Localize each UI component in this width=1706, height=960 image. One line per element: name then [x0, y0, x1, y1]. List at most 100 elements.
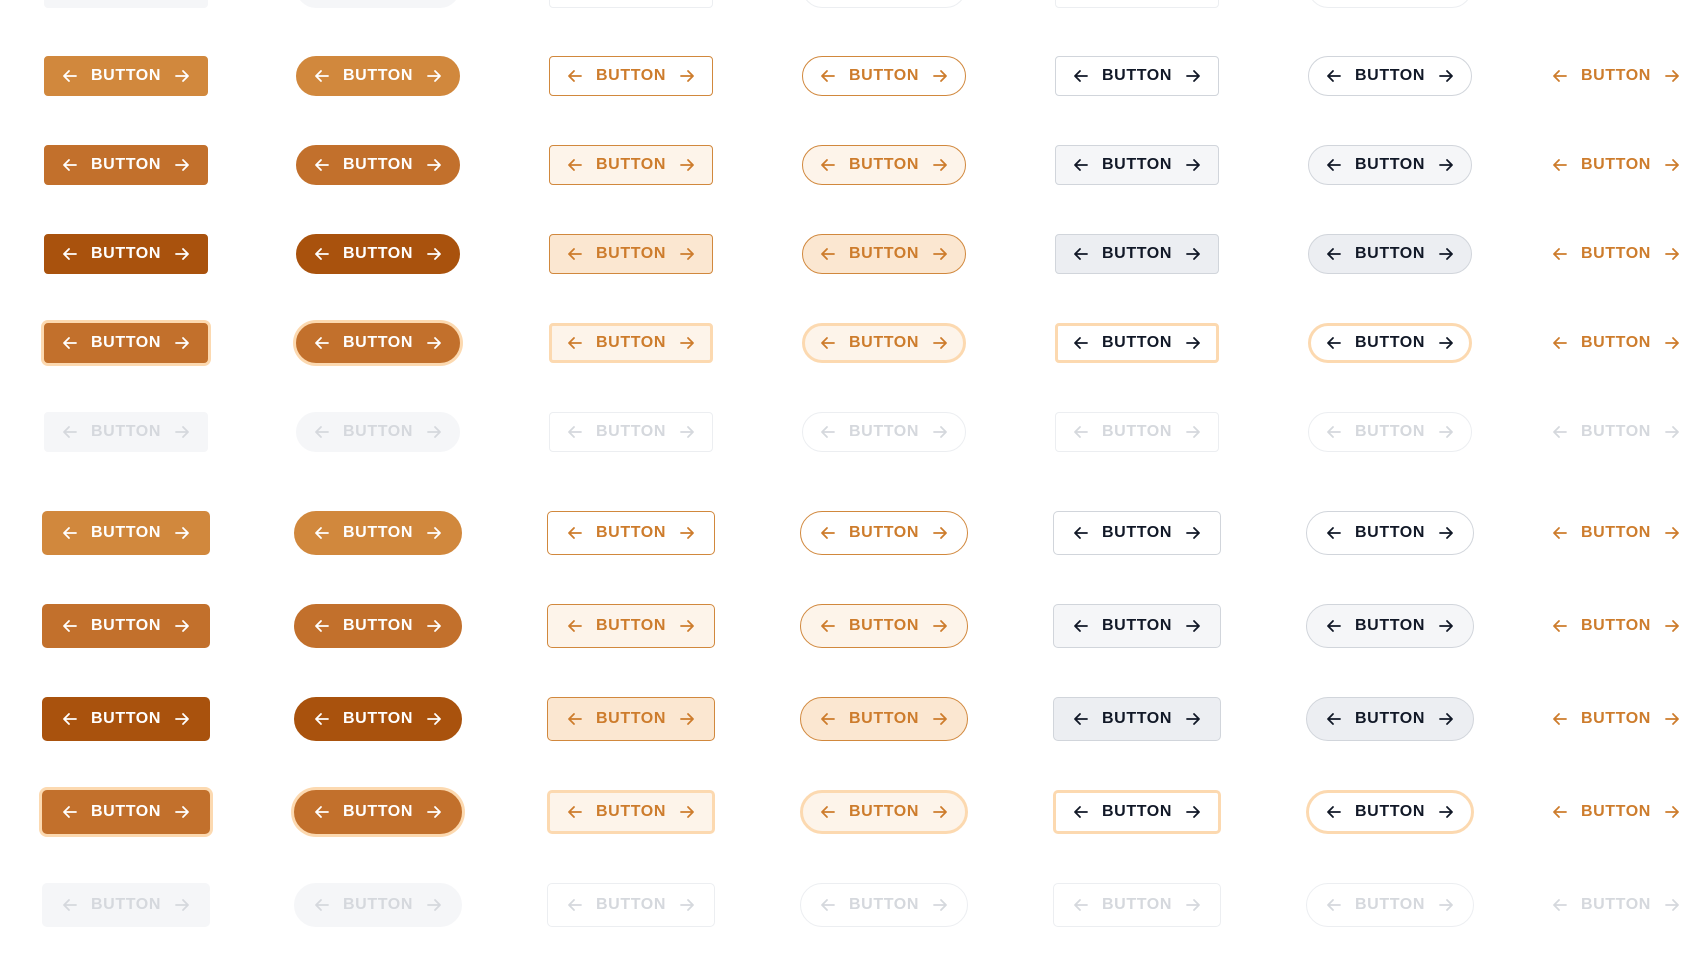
solid-square-button-pressed[interactable]: BUTTON	[42, 697, 210, 741]
outline-square-button-hover[interactable]: BUTTON	[549, 145, 713, 185]
outline-pill-button-pressed[interactable]: BUTTON	[802, 234, 966, 274]
outline-square-button-pressed[interactable]: BUTTON	[547, 697, 715, 741]
arrow-left-icon	[566, 245, 584, 263]
neutral-square-button-pressed[interactable]: BUTTON	[1055, 234, 1219, 274]
text-link-button-default[interactable]: BUTTON	[1550, 511, 1682, 555]
text-link-button-pressed[interactable]: BUTTON	[1550, 234, 1682, 274]
arrow-left-icon	[1325, 156, 1343, 174]
neutral-pill-button-hover[interactable]: BUTTON	[1308, 145, 1472, 185]
arrow-left-icon	[1551, 803, 1569, 821]
solid-square-button-default[interactable]: BUTTON	[42, 511, 210, 555]
neutral-pill-button-default[interactable]: BUTTON	[1308, 56, 1472, 96]
outline-square-button-focus[interactable]: BUTTON	[549, 323, 713, 363]
button-label: BUTTON	[596, 67, 666, 84]
arrow-right-icon	[1184, 423, 1202, 441]
neutral-pill-button-focus[interactable]: BUTTON	[1306, 790, 1474, 834]
arrow-left-icon	[819, 67, 837, 85]
solid-square-button-disabled: BUTTON	[44, 0, 208, 8]
arrow-left-icon	[61, 524, 79, 542]
arrow-right-icon	[678, 245, 696, 263]
button-label: BUTTON	[1581, 245, 1651, 262]
arrow-left-icon	[313, 524, 331, 542]
arrow-left-icon	[1072, 803, 1090, 821]
outline-square-button-hover[interactable]: BUTTON	[547, 604, 715, 648]
solid-square-button-focus[interactable]: BUTTON	[42, 790, 210, 834]
outline-square-button-disabled: BUTTON	[547, 883, 715, 927]
neutral-pill-button-focus[interactable]: BUTTON	[1308, 323, 1472, 363]
solid-square-button-default[interactable]: BUTTON	[44, 56, 208, 96]
neutral-square-button-focus[interactable]: BUTTON	[1053, 790, 1221, 834]
button-label: BUTTON	[849, 67, 919, 84]
text-link-button-pressed[interactable]: BUTTON	[1550, 697, 1682, 741]
arrow-left-icon	[1072, 896, 1090, 914]
neutral-pill-button-pressed[interactable]: BUTTON	[1308, 234, 1472, 274]
arrow-left-icon	[819, 423, 837, 441]
button-label: BUTTON	[1102, 334, 1172, 351]
solid-pill-button-pressed[interactable]: BUTTON	[296, 234, 460, 274]
neutral-square-button-focus[interactable]: BUTTON	[1055, 323, 1219, 363]
button-label: BUTTON	[1355, 617, 1425, 634]
outline-square-button-default[interactable]: BUTTON	[547, 511, 715, 555]
solid-pill-button-focus[interactable]: BUTTON	[294, 790, 462, 834]
outline-pill-button-focus[interactable]: BUTTON	[800, 790, 968, 834]
button-label: BUTTON	[596, 245, 666, 262]
outline-square-button-disabled: BUTTON	[549, 412, 713, 452]
button-label: BUTTON	[343, 156, 413, 173]
text-link-button-hover[interactable]: BUTTON	[1550, 145, 1682, 185]
text-link-button-focus[interactable]: BUTTON	[1550, 323, 1682, 363]
solid-pill-button-default[interactable]: BUTTON	[296, 56, 460, 96]
outline-pill-button-pressed[interactable]: BUTTON	[800, 697, 968, 741]
arrow-left-icon	[61, 803, 79, 821]
neutral-square-button-pressed[interactable]: BUTTON	[1053, 697, 1221, 741]
neutral-pill-button-hover[interactable]: BUTTON	[1306, 604, 1474, 648]
arrow-right-icon	[1663, 245, 1681, 263]
text-link-button-hover[interactable]: BUTTON	[1550, 604, 1682, 648]
outline-pill-button-default[interactable]: BUTTON	[800, 511, 968, 555]
arrow-right-icon	[1663, 423, 1681, 441]
solid-square-button-focus[interactable]: BUTTON	[44, 323, 208, 363]
button-row-lg-focus: BUTTON BUTTON BUTTON BUTTON BUTTON BUTTON BUTT…	[0, 784, 1706, 840]
arrow-left-icon	[313, 617, 331, 635]
outline-pill-button-hover[interactable]: BUTTON	[800, 604, 968, 648]
arrow-right-icon	[1184, 803, 1202, 821]
arrow-left-icon	[1072, 67, 1090, 85]
solid-pill-button-hover[interactable]: BUTTON	[294, 604, 462, 648]
arrow-left-icon	[1072, 710, 1090, 728]
button-label: BUTTON	[91, 67, 161, 84]
neutral-square-button-default[interactable]: BUTTON	[1053, 511, 1221, 555]
arrow-right-icon	[1437, 803, 1455, 821]
solid-square-button-pressed[interactable]: BUTTON	[44, 234, 208, 274]
arrow-left-icon	[819, 896, 837, 914]
arrow-right-icon	[678, 334, 696, 352]
outline-square-button-pressed[interactable]: BUTTON	[549, 234, 713, 274]
arrow-left-icon	[61, 67, 79, 85]
button-label: BUTTON	[1102, 896, 1172, 913]
text-link-button-default[interactable]: BUTTON	[1550, 56, 1682, 96]
neutral-square-button-default[interactable]: BUTTON	[1055, 56, 1219, 96]
solid-pill-button-pressed[interactable]: BUTTON	[294, 697, 462, 741]
arrow-right-icon	[678, 617, 696, 635]
arrow-right-icon	[173, 245, 191, 263]
neutral-pill-button-default[interactable]: BUTTON	[1306, 511, 1474, 555]
solid-square-button-hover[interactable]: BUTTON	[44, 145, 208, 185]
outline-square-button-focus[interactable]: BUTTON	[547, 790, 715, 834]
outline-pill-button-default[interactable]: BUTTON	[802, 56, 966, 96]
arrow-right-icon	[1663, 67, 1681, 85]
solid-pill-button-focus[interactable]: BUTTON	[296, 323, 460, 363]
outline-pill-button-hover[interactable]: BUTTON	[802, 145, 966, 185]
solid-pill-button-default[interactable]: BUTTON	[294, 511, 462, 555]
arrow-right-icon	[1437, 156, 1455, 174]
solid-square-button-hover[interactable]: BUTTON	[42, 604, 210, 648]
neutral-square-button-hover[interactable]: BUTTON	[1055, 145, 1219, 185]
text-link-button-focus[interactable]: BUTTON	[1550, 790, 1682, 834]
outline-pill-button-focus[interactable]: BUTTON	[802, 323, 966, 363]
arrow-left-icon	[313, 803, 331, 821]
arrow-left-icon	[1551, 524, 1569, 542]
button-label: BUTTON	[1102, 617, 1172, 634]
outline-square-button-default[interactable]: BUTTON	[549, 56, 713, 96]
solid-pill-button-hover[interactable]: BUTTON	[296, 145, 460, 185]
arrow-right-icon	[1663, 617, 1681, 635]
neutral-square-button-hover[interactable]: BUTTON	[1053, 604, 1221, 648]
arrow-left-icon	[566, 67, 584, 85]
neutral-pill-button-pressed[interactable]: BUTTON	[1306, 697, 1474, 741]
